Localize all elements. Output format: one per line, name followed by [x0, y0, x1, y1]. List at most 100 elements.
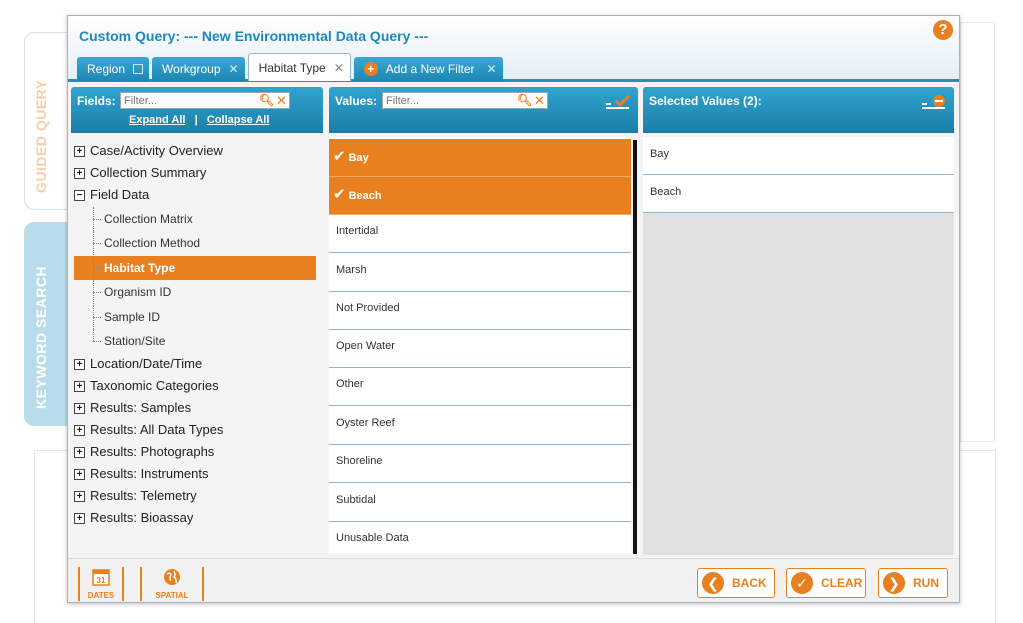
- tree-node-field-data[interactable]: − Field Data: [74, 184, 149, 206]
- value-row-subtidal[interactable]: Subtidal: [329, 484, 631, 522]
- tree-node-label: Field Data: [90, 187, 150, 202]
- expand-icon[interactable]: +: [74, 358, 85, 370]
- tree-node-label: Results: Telemetry: [90, 488, 197, 503]
- close-icon[interactable]: ✕: [229, 62, 239, 76]
- fields-filter-input[interactable]: [121, 93, 259, 108]
- value-row-not-provided[interactable]: Not Provided: [329, 292, 631, 330]
- keyword-search-tab[interactable]: KEYWORD SEARCH: [24, 222, 72, 426]
- value-row-oyster-reef[interactable]: Oyster Reef: [329, 407, 631, 445]
- value-row-open-water[interactable]: Open Water: [329, 330, 631, 368]
- expand-icon[interactable]: +: [74, 512, 85, 524]
- fields-filter: 🔍︎ ✕: [120, 92, 290, 109]
- tab-habitat-type[interactable]: Habitat Type ✕: [247, 53, 351, 81]
- value-row-beach[interactable]: ✔ Beach: [329, 177, 631, 215]
- tree-node-results-instruments[interactable]: + Results: Instruments: [74, 463, 209, 485]
- tree-node-results-bioassay[interactable]: + Results: Bioassay: [74, 507, 193, 529]
- tab-add-new-filter[interactable]: + Add a New Filter ✕: [353, 57, 503, 81]
- tree-child-collection-method[interactable]: Collection Method: [74, 231, 316, 255]
- dialog-header: Custom Query: --- New Environmental Data…: [68, 16, 959, 82]
- tab-add-new-filter-label: Add a New Filter: [385, 62, 475, 76]
- value-row-unusable-data[interactable]: Unusable Data: [329, 522, 631, 560]
- tree-node-label: Results: All Data Types: [90, 422, 224, 437]
- tree-child-organism-id[interactable]: Organism ID: [74, 280, 316, 304]
- select-all-icon[interactable]: [605, 94, 631, 109]
- tab-region-label: Region: [87, 62, 126, 76]
- tree-child-station-site[interactable]: Station/Site: [74, 329, 316, 353]
- clear-icon[interactable]: ✕: [274, 93, 289, 108]
- value-row-bay[interactable]: ✔ Bay: [329, 139, 631, 177]
- selected-value-row-beach[interactable]: Beach: [643, 175, 954, 213]
- tree-child-sample-id[interactable]: Sample ID: [74, 305, 316, 329]
- dates-button[interactable]: 31 DATES: [78, 567, 124, 601]
- collapse-all-link[interactable]: Collapse All: [207, 114, 270, 126]
- expand-icon[interactable]: +: [74, 468, 85, 480]
- selected-value-row-bay[interactable]: Bay: [643, 137, 954, 175]
- spatial-label: SPATIAL: [155, 591, 189, 600]
- keyword-search-label: KEYWORD SEARCH: [33, 265, 49, 409]
- search-icon[interactable]: 🔍︎: [517, 93, 532, 108]
- close-icon[interactable]: ✕: [334, 61, 344, 75]
- values-list: ✔ Bay ✔ Beach Intertidal Marsh Not Provide…: [329, 137, 631, 553]
- collapse-icon[interactable]: −: [74, 189, 85, 201]
- arrow-right-icon: ❯: [883, 572, 905, 594]
- tree-node-label: Results: Samples: [90, 400, 192, 415]
- remove-all-icon[interactable]: [921, 95, 947, 109]
- guided-query-label: GUIDED QUERY: [33, 79, 49, 193]
- expand-icon[interactable]: +: [74, 446, 85, 458]
- clear-icon[interactable]: ✕: [532, 93, 547, 108]
- tree-node-collection-summary[interactable]: + Collection Summary: [74, 162, 206, 184]
- fields-label: Fields:: [77, 94, 116, 108]
- tab-region[interactable]: Region: [77, 57, 150, 81]
- selected-values-list: Bay Beach: [643, 137, 954, 555]
- tree-node-results-photographs[interactable]: + Results: Photographs: [74, 441, 214, 463]
- expand-icon[interactable]: +: [74, 380, 85, 392]
- tree-node-results-telemetry[interactable]: + Results: Telemetry: [74, 485, 197, 507]
- tree-node-results-samples[interactable]: + Results: Samples: [74, 397, 191, 419]
- tree-node-location-date-time[interactable]: + Location/Date/Time: [74, 353, 202, 375]
- dialog-footer: 31 DATES SPATIAL ❮ BACK ✓ CLEAR ❯ RUN: [68, 558, 959, 602]
- back-button[interactable]: ❮ BACK: [697, 568, 775, 598]
- background-panel-right: [960, 22, 995, 442]
- expand-all-link[interactable]: Expand All: [129, 114, 185, 126]
- clear-button[interactable]: ✓ CLEAR: [786, 568, 866, 598]
- values-filter: 🔍︎ ✕: [382, 92, 548, 109]
- tab-habitat-type-label: Habitat Type: [258, 60, 326, 75]
- tree-node-case-activity[interactable]: + Case/Activity Overview: [74, 140, 223, 162]
- spatial-button[interactable]: SPATIAL: [140, 567, 204, 601]
- close-icon[interactable]: ✕: [487, 62, 497, 76]
- tree-node-results-all-data-types[interactable]: + Results: All Data Types: [74, 419, 223, 441]
- guided-query-tab[interactable]: GUIDED QUERY: [24, 32, 72, 210]
- value-row-other[interactable]: Other: [329, 368, 631, 406]
- values-filter-input[interactable]: [383, 93, 517, 108]
- expand-icon[interactable]: +: [74, 402, 85, 414]
- help-icon[interactable]: ?: [933, 20, 953, 40]
- run-label: RUN: [913, 576, 939, 590]
- add-icon: +: [363, 62, 378, 76]
- value-row-shoreline[interactable]: Shoreline: [329, 445, 631, 483]
- tree-node-label: Results: Bioassay: [90, 510, 194, 525]
- run-button[interactable]: ❯ RUN: [878, 568, 948, 598]
- clear-check-icon: ✓: [791, 572, 813, 594]
- values-panel-header: Values: 🔍︎ ✕: [329, 87, 638, 133]
- expand-icon[interactable]: +: [74, 167, 85, 179]
- tree-child-habitat-type[interactable]: Habitat Type: [74, 256, 316, 280]
- search-icon[interactable]: 🔍︎: [259, 93, 274, 108]
- save-icon[interactable]: [133, 64, 144, 74]
- tree-node-taxonomic-categories[interactable]: + Taxonomic Categories: [74, 375, 219, 397]
- dialog-title: Custom Query: --- New Environmental Data…: [79, 28, 429, 44]
- tab-workgroup[interactable]: Workgroup ✕: [152, 57, 245, 81]
- tree-child-collection-matrix[interactable]: Collection Matrix: [74, 207, 316, 231]
- calendar-day: 31: [97, 576, 106, 585]
- value-row-intertidal[interactable]: Intertidal: [329, 215, 631, 253]
- expand-icon[interactable]: +: [74, 490, 85, 502]
- expand-icon[interactable]: +: [74, 424, 85, 436]
- check-icon: ✔: [333, 148, 346, 165]
- values-label: Values:: [335, 94, 378, 108]
- expand-icon[interactable]: +: [74, 145, 85, 157]
- selected-values-label: Selected Values (2):: [649, 94, 762, 108]
- values-scrollbar[interactable]: [633, 140, 637, 554]
- value-row-marsh[interactable]: Marsh: [329, 254, 631, 292]
- tree-node-label: Results: Instruments: [90, 466, 209, 481]
- value-label: Beach: [348, 190, 382, 202]
- calendar-icon: 31: [80, 567, 122, 591]
